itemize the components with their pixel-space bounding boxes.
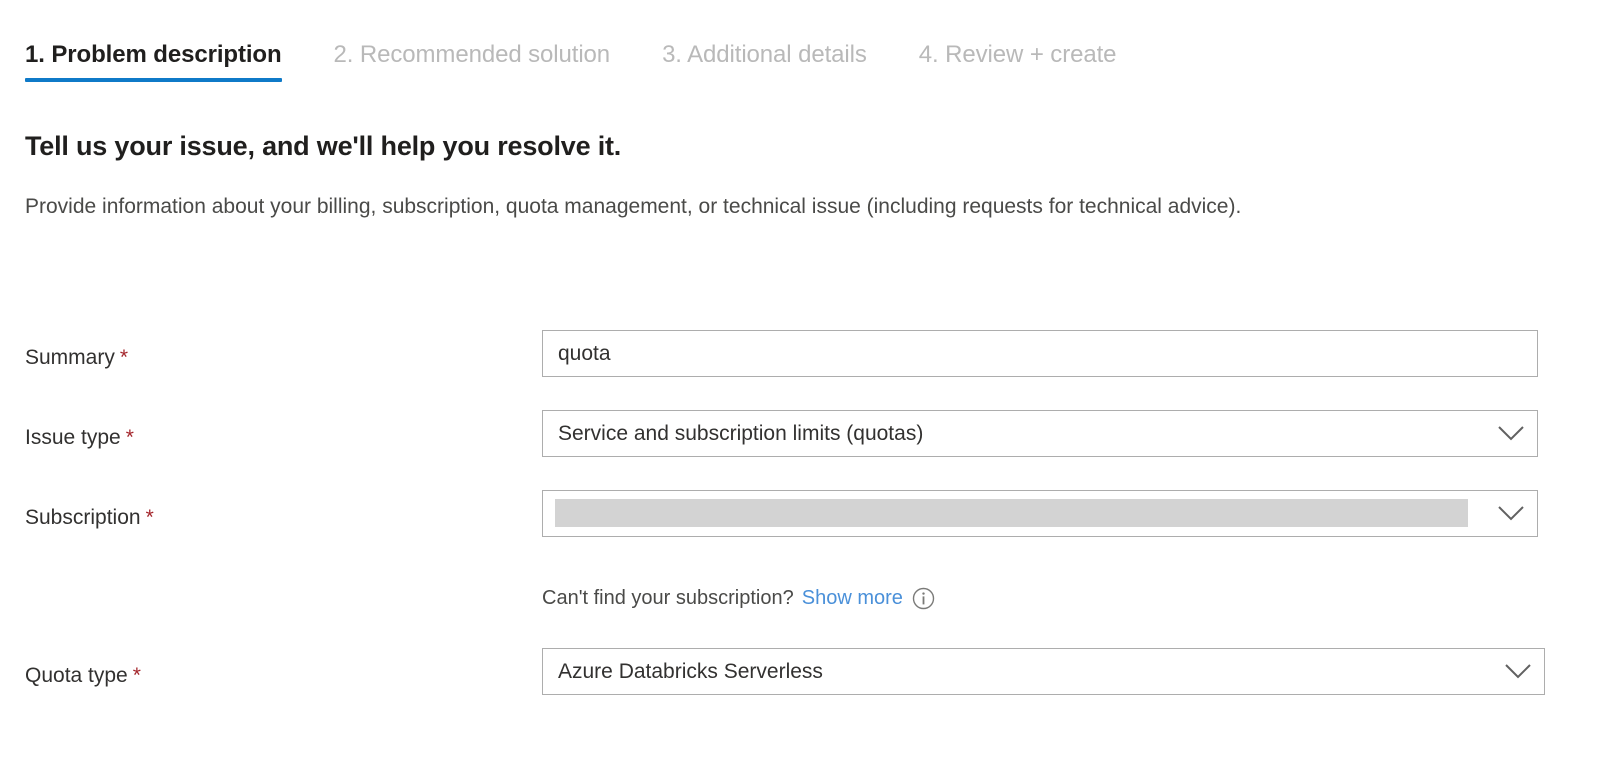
summary-label: Summary*	[25, 344, 128, 372]
subscription-label-text: Subscription	[25, 506, 141, 529]
page-description: Provide information about your billing, …	[25, 190, 1505, 224]
tab-label: 4. Review + create	[919, 41, 1117, 68]
show-more-link[interactable]: Show more	[802, 584, 903, 612]
required-asterisk: *	[133, 664, 141, 687]
issue-type-value: Service and subscription limits (quotas)	[543, 420, 1485, 448]
chevron-down-icon	[1485, 426, 1537, 442]
info-circle-icon[interactable]	[912, 587, 935, 610]
summary-input[interactable]: quota	[542, 330, 1538, 377]
quota-type-value: Azure Databricks Serverless	[543, 658, 1492, 686]
required-asterisk: *	[120, 346, 128, 369]
tab-problem-description[interactable]: 1. Problem description	[25, 40, 282, 82]
chevron-down-icon	[1485, 506, 1537, 522]
subscription-label: Subscription*	[25, 504, 154, 532]
form-row-subscription: Subscription*	[0, 490, 1620, 570]
problem-description-form: Summary* quota Issue type* Service and s…	[0, 330, 1620, 728]
tab-review-create[interactable]: 4. Review + create	[919, 40, 1117, 82]
issue-type-dropdown[interactable]: Service and subscription limits (quotas)	[542, 410, 1538, 457]
subscription-dropdown[interactable]	[542, 490, 1538, 537]
chevron-down-icon	[1492, 664, 1544, 680]
quota-type-label-text: Quota type	[25, 664, 128, 687]
required-asterisk: *	[146, 506, 154, 529]
form-row-quota-type: Quota type* Azure Databricks Serverless	[0, 648, 1620, 728]
form-row-summary: Summary* quota	[0, 330, 1620, 410]
summary-input-value: quota	[543, 340, 1537, 368]
subscription-help: Can't find your subscription? Show more	[542, 584, 935, 612]
tab-label: 1. Problem description	[25, 41, 282, 68]
page-title: Tell us your issue, and we'll help you r…	[25, 128, 621, 164]
subscription-redaction-overlay	[555, 499, 1468, 527]
required-asterisk: *	[126, 426, 134, 449]
subscription-value-container	[543, 491, 1485, 536]
quota-type-label: Quota type*	[25, 662, 141, 690]
wizard-tab-bar: 1. Problem description 2. Recommended so…	[25, 40, 1168, 82]
subscription-help-text: Can't find your subscription?	[542, 584, 794, 612]
summary-label-text: Summary	[25, 346, 115, 369]
form-row-subscription-help: Can't find your subscription? Show more	[0, 570, 1620, 648]
issue-type-label-text: Issue type	[25, 426, 121, 449]
quota-type-dropdown[interactable]: Azure Databricks Serverless	[542, 648, 1545, 695]
tab-additional-details[interactable]: 3. Additional details	[662, 40, 867, 82]
tab-label: 3. Additional details	[662, 41, 867, 68]
form-row-issue-type: Issue type* Service and subscription lim…	[0, 410, 1620, 490]
issue-type-label: Issue type*	[25, 424, 134, 452]
tab-label: 2. Recommended solution	[334, 41, 611, 68]
tab-recommended-solution[interactable]: 2. Recommended solution	[334, 40, 611, 82]
